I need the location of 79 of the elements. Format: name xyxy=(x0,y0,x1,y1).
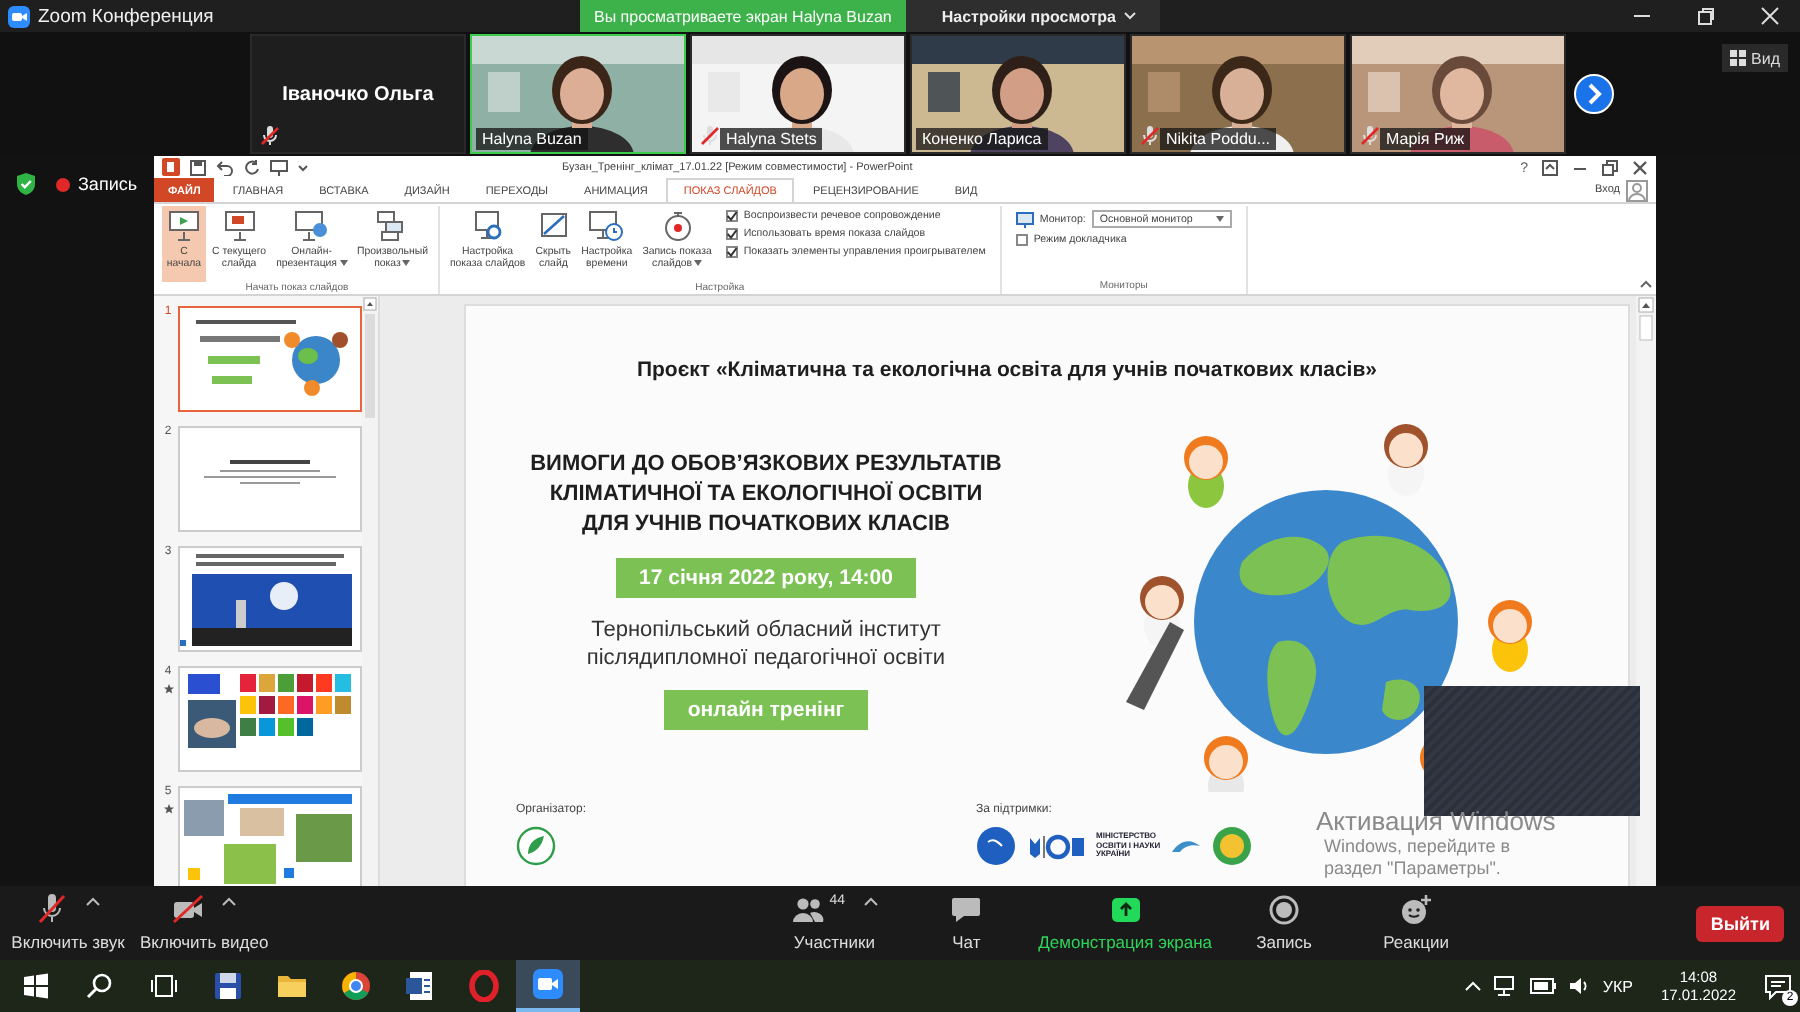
caret-icon xyxy=(1124,12,1137,20)
checkbox[interactable] xyxy=(1015,234,1028,246)
slide-settings-icon xyxy=(469,210,506,242)
leaf-logo-icon xyxy=(516,826,556,866)
people-icon xyxy=(791,894,824,926)
toolbar-button[interactable]: Включить видео xyxy=(140,894,269,952)
caret-icon[interactable] xyxy=(863,896,878,906)
caret-icon[interactable] xyxy=(222,896,237,906)
restore-icon[interactable] xyxy=(1696,6,1716,26)
globe-logo-icon xyxy=(976,826,1016,866)
checkbox[interactable] xyxy=(725,228,738,240)
toolbar-button[interactable]: Включить звук xyxy=(8,894,128,952)
toolbar-button[interactable]: Демонстрация экрана xyxy=(1038,894,1213,952)
activation-text: Windows, перейдите в раздел "Параметры". xyxy=(1324,836,1513,880)
chat-bubble-icon xyxy=(950,894,983,926)
window-title: Zoom Конференция xyxy=(38,5,214,27)
institute-name: Тернопільський обласний інститут післядипломної педагогічної освіти xyxy=(586,616,946,672)
stopwatch-icon xyxy=(659,210,696,242)
language-indicator[interactable]: УКР xyxy=(1602,977,1633,995)
checkbox[interactable] xyxy=(725,210,738,222)
toolbar-button[interactable]: Чат xyxy=(906,894,1027,952)
participant-name: Halyna Buzan xyxy=(476,128,588,150)
slide-title: Проєкт «Кліматична та екологічна освіта для учнів початкових класів» xyxy=(634,358,1380,382)
bird-logo-icon xyxy=(1170,836,1203,856)
view-button[interactable]: Вид xyxy=(1721,44,1788,72)
shield-check-icon xyxy=(16,172,36,196)
participant-name: Марія Риж xyxy=(1380,128,1471,150)
windows-logo-icon[interactable] xyxy=(20,970,52,1002)
share-status-banner: Вы просматриваете экран Halyna Buzan xyxy=(580,0,906,32)
slide-heading: ВИМОГИ ДО ОБОВ’ЯЗКОВИХ РЕЗУЛЬТАТІВ КЛІМАТИЧНОЇ ТА ЕКОЛОГІЧНОЇ ОСВІТИ ДЛЯ УЧНІВ ПОЧАТКОВИХ КЛАСІВ xyxy=(530,450,1002,540)
view-options-button[interactable]: Настройки просмотра xyxy=(905,0,1161,32)
redo-icon[interactable] xyxy=(244,159,260,175)
network-icon[interactable] xyxy=(1494,976,1519,996)
participant-name: Nikita Poddu... xyxy=(1160,128,1277,150)
ring-logo-icon[interactable] xyxy=(468,970,500,1002)
participant-name: Коненко Лариса xyxy=(916,128,1048,150)
grid-icon xyxy=(1729,50,1746,66)
close-icon[interactable] xyxy=(1632,160,1648,176)
smiley-plus-icon xyxy=(1400,894,1433,926)
video-camera-icon[interactable] xyxy=(532,968,564,1000)
presentation-icon[interactable] xyxy=(270,159,288,175)
toolbar-button[interactable]: Запись xyxy=(1224,894,1345,952)
restore-icon[interactable] xyxy=(1602,160,1618,176)
recording-label: Запись xyxy=(78,174,138,194)
chevron-up-icon[interactable] xyxy=(1464,980,1483,992)
toolbar-button[interactable]: Реакции xyxy=(1356,894,1477,952)
caret-icon xyxy=(1215,216,1224,222)
speaker-icon[interactable] xyxy=(1568,976,1591,996)
save-icon[interactable] xyxy=(190,159,206,175)
notification-icon[interactable] xyxy=(1764,973,1792,999)
task-view-icon[interactable] xyxy=(148,970,180,1002)
search-icon[interactable] xyxy=(84,970,116,1002)
monitor-icon xyxy=(1015,211,1034,227)
record-dot-icon xyxy=(56,177,70,191)
leave-button[interactable]: Выйти xyxy=(1696,905,1784,941)
screen-icon xyxy=(221,210,258,242)
emblem-logo-icon xyxy=(1212,826,1253,866)
screen-play-icon xyxy=(166,210,202,242)
participant-name: Halyna Stets xyxy=(720,128,823,150)
caret-icon[interactable] xyxy=(86,896,100,906)
screen-clock-icon xyxy=(588,210,625,242)
participant-name: Іваночко Ольга xyxy=(282,83,434,105)
taskbar-button[interactable] xyxy=(516,960,580,1012)
ribbon-options-icon[interactable] xyxy=(1542,160,1558,176)
browser-icon[interactable] xyxy=(340,970,372,1002)
format-banner: онлайн тренінг xyxy=(663,690,869,730)
checkbox[interactable] xyxy=(725,246,738,258)
battery-icon[interactable] xyxy=(1530,978,1557,994)
ministry-logo-icon xyxy=(1026,832,1086,860)
camera-logo-icon xyxy=(8,5,30,27)
collapse-ribbon-icon[interactable] xyxy=(1640,280,1652,288)
document-icon[interactable] xyxy=(404,970,436,1002)
screen-globe-icon xyxy=(293,210,330,242)
date-banner: 17 січня 2022 року, 14:00 xyxy=(615,558,917,598)
folder-icon[interactable] xyxy=(276,970,308,1002)
undo-icon[interactable] xyxy=(216,159,234,175)
caret-icon[interactable] xyxy=(298,163,308,171)
slide-hide-icon xyxy=(535,210,572,242)
record-icon xyxy=(1268,894,1301,926)
